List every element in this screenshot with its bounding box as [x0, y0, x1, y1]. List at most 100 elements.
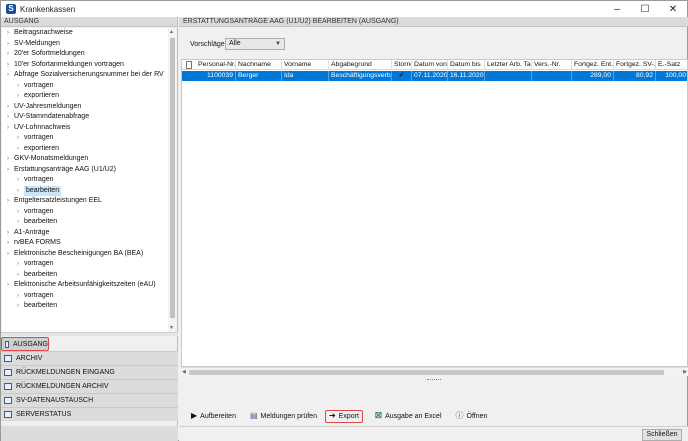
chevron-right-icon[interactable]: › — [5, 123, 11, 134]
chevron-right-icon[interactable]: › — [15, 133, 21, 144]
tree-item[interactable]: › bearbeiten — [2, 270, 168, 281]
tree-vertical-scrollbar[interactable]: ▲ ▼ — [168, 28, 177, 332]
tree-item[interactable]: › vortragen — [2, 175, 168, 186]
column-header[interactable]: Storno — [392, 60, 412, 70]
table-row[interactable]: 1100039 Berger Ida Beschäftigungsverbot ✔ 07.… — [182, 71, 687, 81]
tree-item[interactable]: › Elektronische Bescheinigungen BA (BEA) — [2, 249, 168, 260]
column-header[interactable]: Datum von — [412, 60, 448, 70]
tree-item[interactable]: › vortragen — [2, 291, 168, 302]
tree-item[interactable]: › UV-Jahresmeldungen — [2, 102, 168, 113]
column-header[interactable]: Vers.-Nr. — [532, 60, 572, 70]
nav-archiv[interactable]: ARCHIV — [1, 351, 178, 365]
chevron-right-icon[interactable]: › — [5, 102, 11, 113]
chevron-right-icon[interactable]: › — [5, 280, 11, 291]
chevron-right-icon[interactable]: › — [5, 39, 11, 50]
scroll-left-icon[interactable]: ◀ — [182, 368, 186, 377]
chevron-right-icon[interactable]: › — [15, 186, 21, 197]
nav-rückmeldungen-archiv[interactable]: RÜCKMELDUNGEN ARCHIV — [1, 379, 178, 393]
tree-item[interactable]: › vortragen — [2, 259, 168, 270]
tree-item[interactable]: › vortragen — [2, 133, 168, 144]
column-header[interactable]: Fortgez. SV-... — [614, 60, 656, 70]
tree-item[interactable]: › Beitragsnachweise — [2, 28, 168, 39]
scroll-right-icon[interactable]: ▶ — [683, 368, 687, 377]
tree-item[interactable]: › UV-Stammdatenabfrage — [2, 112, 168, 123]
close-window-button[interactable]: ✕ — [659, 1, 687, 17]
chevron-right-icon[interactable]: › — [5, 238, 11, 249]
tree-item-label: vortragen — [24, 134, 54, 141]
column-header[interactable]: Letzter Arb. Tag — [485, 60, 532, 70]
tree-item[interactable]: › rvBEA FORMS — [2, 238, 168, 249]
column-header[interactable]: Personal-Nr. — [196, 60, 236, 70]
schliessen-button[interactable]: Schließen — [642, 429, 682, 441]
chevron-right-icon[interactable]: › — [5, 60, 11, 71]
table-horizontal-scrollbar[interactable]: ◀ ▶ — [181, 367, 688, 376]
tree-item[interactable]: › bearbeiten — [2, 217, 168, 228]
chevron-right-icon[interactable]: › — [15, 301, 21, 312]
meldungen-pruefen-label: Meldungen prüfen — [260, 412, 317, 420]
tree-item[interactable]: › SV-Meldungen — [2, 39, 168, 50]
tree-item[interactable]: › 10'er Sofortanmeldungen vortragen — [2, 60, 168, 71]
chevron-right-icon[interactable]: › — [15, 270, 21, 281]
oeffnen-button[interactable]: ⓘ Öffnen — [454, 410, 490, 423]
tree-item[interactable]: › 20'er Sofortmeldungen — [2, 49, 168, 60]
left-panel: AUSGANG › Beitragsnachweise › SV-Meldungen ›… — [1, 17, 178, 441]
tree-item[interactable]: › exportieren — [2, 91, 168, 102]
nav-ausgang[interactable]: AUSGANG — [1, 337, 49, 351]
tree-item[interactable]: › Erstattungsanträge AAG (U1/U2) — [2, 165, 168, 176]
table-header: Personal-Nr. Nachname Vorname Abgabegrund St… — [182, 60, 687, 70]
tree-item[interactable]: › bearbeiten — [2, 301, 168, 312]
column-header[interactable]: Vorname — [282, 60, 329, 70]
chevron-right-icon[interactable]: › — [5, 49, 11, 60]
action-toolbar: ▶ Aufbereiten ▤ Meldungen prüfen ➜ Expor… — [179, 409, 688, 423]
tree-item-label: SV-Meldungen — [14, 39, 60, 47]
chevron-right-icon[interactable]: › — [5, 249, 11, 260]
tree-item[interactable]: › Elektronische Arbeitsunfähigkeitszeiten… — [2, 280, 168, 291]
tree-item[interactable]: › Abfrage Sozialversicherungsnummer bei d… — [2, 70, 168, 81]
column-header[interactable]: Datum bis — [448, 60, 485, 70]
tree-item[interactable]: › vortragen — [2, 207, 168, 218]
chevron-right-icon[interactable]: › — [15, 175, 21, 186]
chevron-right-icon[interactable]: › — [15, 207, 21, 218]
scroll-down-icon[interactable]: ▼ — [169, 325, 174, 331]
scroll-up-icon[interactable]: ▲ — [169, 29, 174, 35]
chevron-right-icon[interactable]: › — [15, 259, 21, 270]
chevron-right-icon[interactable]: › — [15, 291, 21, 302]
meldungen-pruefen-button[interactable]: ▤ Meldungen prüfen — [248, 410, 319, 423]
maximize-button[interactable]: ☐ — [631, 1, 659, 17]
chevron-right-icon[interactable]: › — [15, 91, 21, 102]
aufbereiten-button[interactable]: ▶ Aufbereiten — [189, 410, 238, 423]
column-header[interactable]: Abgabegrund — [329, 60, 392, 70]
chevron-right-icon[interactable]: › — [5, 112, 11, 123]
window-controls: – ☐ ✕ — [603, 1, 687, 17]
tree-item[interactable]: › A1-Anträge — [2, 228, 168, 239]
column-header[interactable]: E.-Satz — [656, 60, 687, 70]
excel-export-button[interactable]: ☒ Ausgabe an Excel — [373, 410, 444, 423]
column-header[interactable]: Fortgez. Ent... — [572, 60, 614, 70]
tree-item[interactable]: › exportieren — [2, 144, 168, 155]
chevron-right-icon[interactable]: › — [5, 154, 11, 165]
chevron-right-icon[interactable]: › — [5, 165, 11, 176]
resize-grip[interactable] — [427, 379, 441, 381]
chevron-right-icon[interactable]: › — [5, 70, 11, 81]
chevron-right-icon[interactable]: › — [5, 28, 11, 39]
table-scroll-thumb[interactable] — [189, 370, 664, 375]
tree-item[interactable]: › GKV-Monatsmeldungen — [2, 154, 168, 165]
nav-sv-datenaustausch[interactable]: SV-DATENAUSTAUSCH — [1, 393, 178, 407]
chevron-right-icon[interactable]: › — [15, 81, 21, 92]
chevron-right-icon[interactable]: › — [15, 144, 21, 155]
suggestions-select[interactable]: Alle ▼ — [225, 38, 285, 50]
chevron-right-icon[interactable]: › — [5, 228, 11, 239]
chevron-right-icon[interactable]: › — [15, 217, 21, 228]
nav-serverstatus[interactable]: SERVERSTATUS — [1, 407, 178, 421]
export-button[interactable]: ➜ Export — [324, 409, 363, 423]
chevron-right-icon[interactable]: › — [5, 196, 11, 207]
tree-item[interactable]: › UV-Lohnnachweis — [2, 123, 168, 134]
tree-item[interactable]: › Entgeltersatzleistungen EEL — [2, 196, 168, 207]
nav-rückmeldungen-eingang[interactable]: RÜCKMELDUNGEN EINGANG — [1, 365, 178, 379]
tree-item[interactable]: › vortragen — [2, 81, 168, 92]
minimize-button[interactable]: – — [603, 1, 631, 17]
panel-splitter[interactable] — [1, 332, 178, 336]
column-header[interactable]: Nachname — [236, 60, 282, 70]
tree-scroll-thumb[interactable] — [170, 38, 175, 318]
tree-item[interactable]: › bearbeiten — [2, 185, 168, 197]
